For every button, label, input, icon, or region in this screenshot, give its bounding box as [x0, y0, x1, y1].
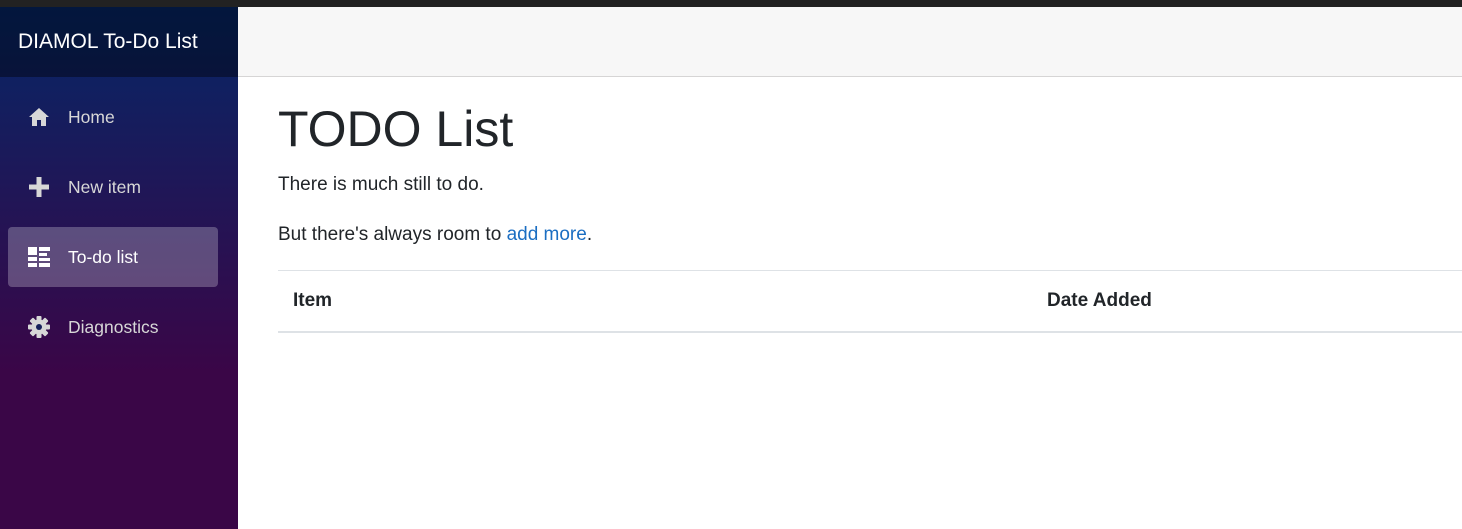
- add-more-prompt: But there's always room to add more.: [278, 224, 1462, 246]
- brand-link[interactable]: DIAMOL To-Do List: [18, 30, 198, 54]
- page-title: TODO List: [278, 101, 514, 157]
- column-header-date-added: Date Added: [1032, 270, 1462, 333]
- list-icon: [28, 246, 50, 268]
- column-header-item: Item: [278, 270, 1032, 333]
- sidebar-item-label: To-do list: [68, 246, 139, 267]
- todo-table: Item Date Added: [278, 270, 1462, 333]
- table-header-row: Item Date Added: [278, 270, 1462, 333]
- lead-text: There is much still to do.: [278, 174, 484, 195]
- sidebar-item-label: New item: [68, 176, 141, 197]
- sidebar-item-diagnostics[interactable]: Diagnostics: [8, 297, 218, 357]
- add-more-link[interactable]: add more: [507, 224, 587, 245]
- prompt-prefix: But there's always room to: [278, 224, 507, 245]
- sidebar-item-todo-list[interactable]: To-do list: [8, 227, 218, 287]
- sidebar-item-label: Home: [68, 106, 115, 127]
- home-icon: [28, 106, 50, 128]
- sidebar-item-label: Diagnostics: [68, 316, 159, 337]
- gear-icon: [28, 316, 50, 338]
- top-bar: [238, 7, 1462, 77]
- sidebar: DIAMOL To-Do List Home New item To-do li…: [0, 7, 238, 529]
- sidebar-item-home[interactable]: Home: [8, 87, 218, 147]
- plus-icon: [28, 176, 50, 198]
- sidebar-item-new-item[interactable]: New item: [8, 157, 218, 217]
- brand-bar: DIAMOL To-Do List: [0, 7, 238, 77]
- prompt-suffix: .: [586, 224, 593, 245]
- main-content: TODO List There is much still to do. But…: [278, 77, 1462, 333]
- window-top-strip: [0, 0, 1462, 7]
- sidebar-nav: Home New item To-do list Diagnostics: [0, 77, 238, 357]
